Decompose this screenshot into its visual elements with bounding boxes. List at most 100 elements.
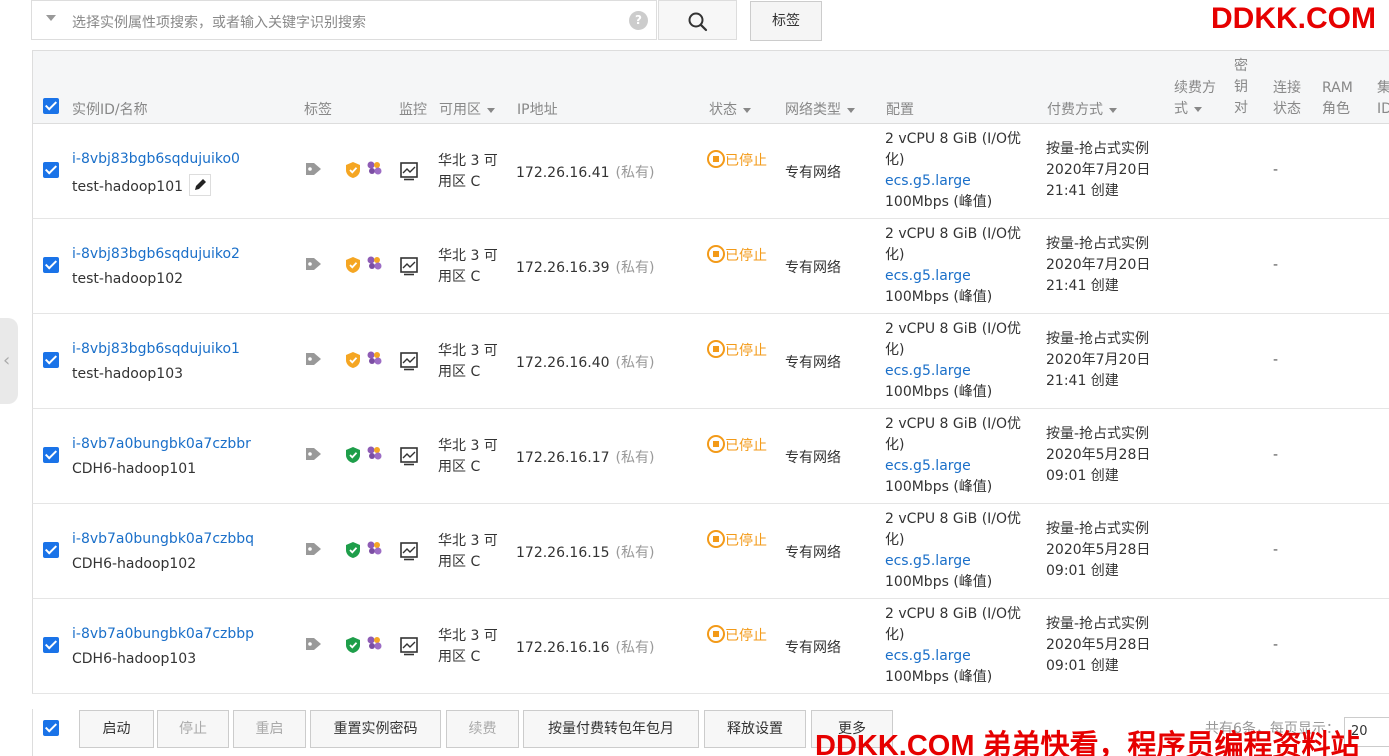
- status-text: 已停止: [725, 438, 767, 454]
- payment-cell: 按量-抢占式实例 2020年5月28日 09:01 创建: [1046, 424, 1176, 487]
- config-spec: 2 vCPU 8 GiB (I/O优化): [885, 131, 1022, 168]
- instance-type-link[interactable]: ecs.g5.large: [885, 268, 971, 284]
- row-checkbox[interactable]: [43, 542, 59, 558]
- start-button[interactable]: 启动: [79, 710, 154, 748]
- gear-icon[interactable]: [365, 349, 383, 371]
- search-button[interactable]: [658, 0, 737, 40]
- security-shield-icon[interactable]: [345, 161, 361, 183]
- sort-caret-icon[interactable]: [1109, 107, 1117, 113]
- edit-icon[interactable]: [189, 174, 212, 196]
- instance-type-link[interactable]: ecs.g5.large: [885, 648, 971, 664]
- tag-icon[interactable]: [304, 541, 324, 561]
- row-checkbox[interactable]: [43, 447, 59, 463]
- instance-id-link[interactable]: i-8vb7a0bungbk0a7czbbp: [72, 626, 254, 642]
- row-checkbox[interactable]: [43, 162, 59, 178]
- bandwidth: 100Mbps (峰值): [885, 194, 993, 210]
- sort-caret-icon[interactable]: [1194, 106, 1202, 112]
- created-time: 21:41 创建: [1046, 183, 1119, 199]
- col-keypair: 密钥对: [1234, 58, 1248, 116]
- zone-text: 华北 3 可用区 C: [438, 153, 498, 190]
- status-badge: 已停止: [707, 245, 767, 267]
- tag-icon[interactable]: [304, 351, 324, 371]
- monitor-icon[interactable]: [399, 541, 419, 565]
- instance-id-link[interactable]: i-8vbj83bgb6sqdujuiko2: [72, 246, 240, 262]
- status-badge: 已停止: [707, 625, 767, 647]
- col-renew[interactable]: 续费方式: [1174, 78, 1222, 120]
- tag-icon[interactable]: [304, 446, 324, 466]
- instance-id-link[interactable]: i-8vb7a0bungbk0a7czbbq: [72, 531, 254, 547]
- payment-type: 按量-抢占式实例: [1046, 521, 1150, 537]
- instance-name-text: test-hadoop102: [72, 271, 184, 287]
- row-checkbox[interactable]: [43, 352, 59, 368]
- tag-icon[interactable]: [304, 636, 324, 656]
- status-text: 已停止: [725, 343, 767, 359]
- tag-icon[interactable]: [304, 161, 324, 181]
- search-input[interactable]: 选择实例属性项搜索，或者输入关键字识别搜索 ?: [31, 0, 657, 40]
- instance-id-link[interactable]: i-8vbj83bgb6sqdujuiko1: [72, 341, 240, 357]
- col-id-name: 实例ID/名称: [72, 102, 148, 118]
- zone-text: 华北 3 可用区 C: [438, 343, 498, 380]
- security-shield-icon[interactable]: [345, 351, 361, 373]
- sidebar-collapse-handle[interactable]: ‹: [0, 318, 18, 404]
- ip-value: 172.26.16.15: [516, 545, 610, 561]
- created-time: 21:41 创建: [1046, 373, 1119, 389]
- created-time: 09:01 创建: [1046, 658, 1119, 674]
- instance-type-link[interactable]: ecs.g5.large: [885, 553, 971, 569]
- col-status[interactable]: 状态: [709, 99, 751, 119]
- instance-id-link[interactable]: i-8vb7a0bungbk0a7czbbr: [72, 436, 251, 452]
- security-shield-icon[interactable]: [345, 636, 361, 658]
- instance-name: CDH6-hadoop102: [72, 556, 196, 572]
- security-shield-icon[interactable]: [345, 446, 361, 468]
- restart-button[interactable]: 重启: [233, 710, 306, 748]
- security-shield-icon[interactable]: [345, 256, 361, 278]
- col-payment[interactable]: 付费方式: [1047, 99, 1117, 119]
- monitor-icon[interactable]: [399, 256, 419, 280]
- col-network[interactable]: 网络类型: [785, 99, 855, 119]
- monitor-icon[interactable]: [399, 446, 419, 470]
- convert-billing-button[interactable]: 按量付费转包年包月: [523, 710, 699, 748]
- monitor-icon[interactable]: [399, 351, 419, 375]
- tag-filter-button[interactable]: 标签: [750, 1, 822, 41]
- connection-status: -: [1273, 257, 1279, 273]
- instance-type-link[interactable]: ecs.g5.large: [885, 173, 971, 189]
- table-row: i-8vb7a0bungbk0a7czbbr CDH6-hadoop101 华北…: [32, 409, 1389, 504]
- instance-type-link[interactable]: ecs.g5.large: [885, 458, 971, 474]
- security-shield-icon[interactable]: [345, 541, 361, 563]
- monitor-icon[interactable]: [399, 636, 419, 660]
- table-row: i-8vbj83bgb6sqdujuiko1 test-hadoop103 华北…: [32, 314, 1389, 409]
- gear-icon[interactable]: [365, 444, 383, 466]
- gear-icon[interactable]: [365, 539, 383, 561]
- select-all-checkbox[interactable]: [43, 98, 59, 114]
- tag-icon[interactable]: [304, 256, 324, 276]
- stop-button[interactable]: 停止: [157, 710, 229, 748]
- bandwidth: 100Mbps (峰值): [885, 669, 993, 685]
- network-type: 专有网络: [785, 355, 841, 371]
- instance-id-link[interactable]: i-8vbj83bgb6sqdujuiko0: [72, 151, 240, 167]
- release-settings-button[interactable]: 释放设置: [704, 710, 806, 748]
- instance-name-text: test-hadoop103: [72, 366, 184, 382]
- gear-icon[interactable]: [365, 159, 383, 181]
- config-spec: 2 vCPU 8 GiB (I/O优化): [885, 416, 1022, 453]
- created-date: 2020年5月28日: [1046, 637, 1151, 653]
- sort-caret-icon[interactable]: [487, 107, 495, 113]
- col-zone[interactable]: 可用区: [439, 99, 495, 119]
- renew-button[interactable]: 续费: [446, 710, 519, 748]
- sort-caret-icon[interactable]: [743, 107, 751, 113]
- gear-icon[interactable]: [365, 634, 383, 656]
- col-ram: RAM角色: [1322, 80, 1353, 117]
- instance-type-link[interactable]: ecs.g5.large: [885, 363, 971, 379]
- created-time: 09:01 创建: [1046, 468, 1119, 484]
- monitor-icon[interactable]: [399, 161, 419, 185]
- footer-select-all-checkbox[interactable]: [43, 720, 59, 736]
- gear-icon[interactable]: [365, 254, 383, 276]
- row-checkbox[interactable]: [43, 257, 59, 273]
- ip-address: 172.26.16.40 (私有): [516, 352, 654, 372]
- col-conn: 连接状态: [1273, 80, 1301, 117]
- ip-value: 172.26.16.41: [516, 165, 610, 181]
- chevron-down-icon[interactable]: [46, 15, 56, 21]
- reset-password-button[interactable]: 重置实例密码: [310, 710, 441, 748]
- row-checkbox[interactable]: [43, 637, 59, 653]
- sort-caret-icon[interactable]: [847, 107, 855, 113]
- help-icon[interactable]: ?: [629, 11, 648, 30]
- bandwidth: 100Mbps (峰值): [885, 479, 993, 495]
